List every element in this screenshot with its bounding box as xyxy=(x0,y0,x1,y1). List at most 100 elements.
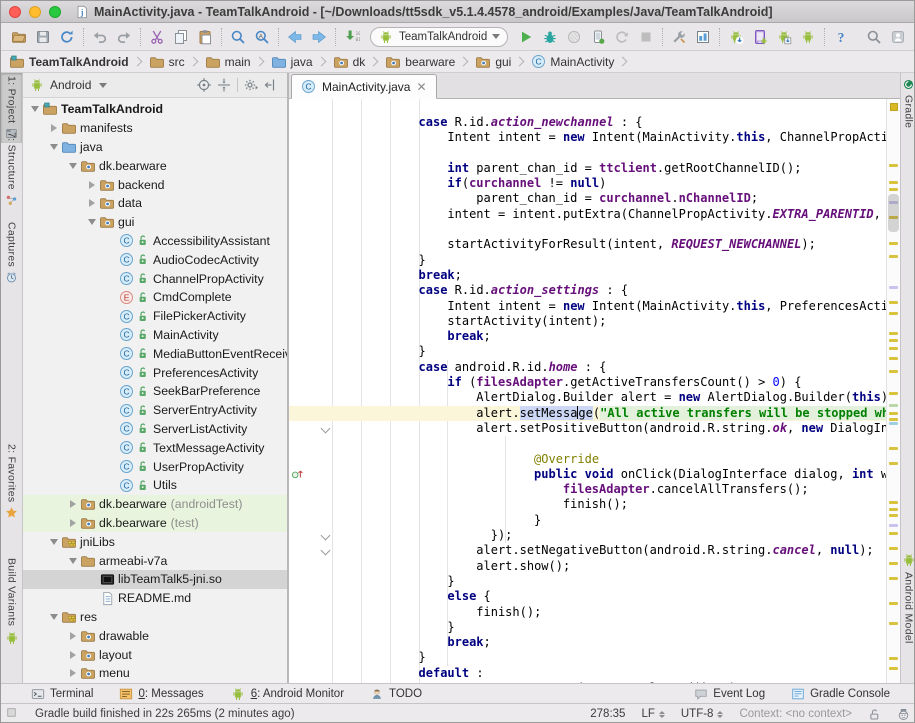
tool-stripe-tab-2-favorites[interactable]: 2: Favorites xyxy=(1,441,22,522)
disclosure-closed-icon[interactable] xyxy=(65,632,80,640)
tree-item-channelpropactivity[interactable]: CChannelPropActivity xyxy=(23,269,287,288)
breadcrumb-item-bearware[interactable]: bearware xyxy=(383,54,457,70)
cut-button[interactable] xyxy=(145,25,169,49)
gear-button[interactable] xyxy=(241,75,261,95)
tool-window-button-todo[interactable]: TODO xyxy=(370,687,422,701)
overriding-method-icon[interactable] xyxy=(291,467,305,481)
tree-item-readme.md[interactable]: README.md xyxy=(23,589,287,608)
tree-item-userpropactivity[interactable]: CUserPropActivity xyxy=(23,457,287,476)
stripe-mark-yellow[interactable] xyxy=(889,501,898,504)
stripe-mark-yellow[interactable] xyxy=(889,188,898,191)
stripe-mark-yellow[interactable] xyxy=(889,447,898,450)
stripe-mark-yellow[interactable] xyxy=(889,392,898,395)
disclosure-closed-icon[interactable] xyxy=(65,519,80,527)
unlock-icon[interactable] xyxy=(868,708,881,721)
disclosure-open-icon[interactable] xyxy=(46,539,61,545)
tool-window-button-0-messages[interactable]: 0: Messages xyxy=(119,687,203,701)
paste-button[interactable] xyxy=(193,25,217,49)
target-button[interactable] xyxy=(194,75,214,95)
attach-button[interactable] xyxy=(586,25,610,49)
tree-item-layout[interactable]: layout xyxy=(23,645,287,664)
tool-window-button-6-android-monitor[interactable]: 6: Android Monitor xyxy=(230,686,344,702)
stripe-mark-yellow[interactable] xyxy=(889,332,898,335)
inspections-profile-icon[interactable] xyxy=(897,708,910,721)
tree-item-accessibilityassistant[interactable]: CAccessibilityAssistant xyxy=(23,232,287,251)
stripe-mark-green[interactable] xyxy=(889,404,898,407)
tree-item-dk.bearware[interactable]: dk.bearware xyxy=(23,156,287,175)
tree-item-cmdcomplete[interactable]: ECmdComplete xyxy=(23,288,287,307)
monitor-button[interactable] xyxy=(796,25,820,49)
wrench-button[interactable] xyxy=(667,25,691,49)
stripe-mark-yellow[interactable] xyxy=(889,562,898,565)
save-button[interactable] xyxy=(31,25,55,49)
debug-button[interactable] xyxy=(538,25,562,49)
back-button[interactable] xyxy=(283,25,307,49)
tool-window-toggle-icon[interactable] xyxy=(7,708,19,720)
breadcrumb-item-java[interactable]: java xyxy=(269,54,315,70)
encoding-select[interactable]: UTF-8 xyxy=(681,708,724,720)
export-button[interactable]: 1001 xyxy=(340,25,364,49)
tree-item-seekbarpreference[interactable]: CSeekBarPreference xyxy=(23,382,287,401)
gradlesync-button[interactable] xyxy=(724,25,748,49)
stripe-mark-yellow[interactable] xyxy=(889,418,898,421)
tool-stripe-tab-build-variants[interactable]: Build Variants xyxy=(1,555,22,649)
tree-item-dk.bearware[interactable]: dk.bearware(test) xyxy=(23,514,287,533)
tree-item-utils[interactable]: CUtils xyxy=(23,476,287,495)
fold-marker-icon[interactable] xyxy=(322,424,330,432)
breadcrumb-item-src[interactable]: src xyxy=(147,54,187,70)
disclosure-closed-icon[interactable] xyxy=(84,181,99,189)
fold-marker-icon[interactable] xyxy=(322,531,330,539)
tree-item-preferencesactivity[interactable]: CPreferencesActivity xyxy=(23,363,287,382)
line-ending-select[interactable]: LF xyxy=(641,708,664,720)
stripe-mark-yellow[interactable] xyxy=(889,602,898,605)
breadcrumb-item-main[interactable]: main xyxy=(203,54,253,70)
avd-button[interactable] xyxy=(748,25,772,49)
tool-stripe-tab-7-structure[interactable]: 7: Structure xyxy=(1,129,22,210)
tree-item-dk.bearware[interactable]: dk.bearware(androidTest) xyxy=(23,495,287,514)
forward-button[interactable] xyxy=(307,25,331,49)
tree-item-serverentryactivity[interactable]: CServerEntryActivity xyxy=(23,401,287,420)
disclosure-open-icon[interactable] xyxy=(46,144,61,150)
stripe-mark-cyan[interactable] xyxy=(889,422,898,425)
tree-item-menu[interactable]: menu xyxy=(23,664,287,682)
tree-item-armeabi-v7a[interactable]: armeabi-v7a xyxy=(23,551,287,570)
tree-item-backend[interactable]: backend xyxy=(23,175,287,194)
scrollbar-thumb[interactable] xyxy=(888,194,899,232)
stripe-mark-yellow[interactable] xyxy=(889,412,898,415)
stripe-mark-yellow[interactable] xyxy=(889,547,898,550)
tree-item-mediabuttoneventreceiver[interactable]: CMediaButtonEventReceiver xyxy=(23,344,287,363)
stripe-mark-yellow[interactable] xyxy=(889,164,898,167)
stripe-mark-lavender[interactable] xyxy=(889,524,898,527)
close-tab-icon[interactable]: ✕ xyxy=(416,81,426,93)
sync-button[interactable] xyxy=(55,25,79,49)
stripe-mark-yellow[interactable] xyxy=(889,667,898,670)
split-button[interactable] xyxy=(214,75,234,95)
tab-mainactivity[interactable]: C MainActivity.java ✕ xyxy=(291,74,437,99)
stripe-mark-yellow[interactable] xyxy=(889,181,898,184)
stripe-mark-yellow[interactable] xyxy=(889,357,898,360)
caret-position[interactable]: 278:35 xyxy=(590,708,625,720)
tree-item-audiocodecactivity[interactable]: CAudioCodecActivity xyxy=(23,250,287,269)
stop-button[interactable] xyxy=(634,25,658,49)
tree-item-serverlistactivity[interactable]: CServerListActivity xyxy=(23,420,287,439)
search-button[interactable] xyxy=(862,25,886,49)
tree-item-libteamtalk5-jni.so[interactable]: libTeamTalk5-jni.so xyxy=(23,570,287,589)
stripe-mark-yellow[interactable] xyxy=(889,301,898,304)
tree-item-filepickeractivity[interactable]: CFilePickerActivity xyxy=(23,307,287,326)
fold-marker-icon[interactable] xyxy=(322,546,330,554)
disclosure-open-icon[interactable] xyxy=(84,219,99,225)
tool-window-button-terminal[interactable]: Terminal xyxy=(31,687,93,701)
replace-button[interactable]: A xyxy=(250,25,274,49)
tree-item-java[interactable]: java xyxy=(23,138,287,157)
avatar-button[interactable] xyxy=(886,25,910,49)
stripe-mark-yellow[interactable] xyxy=(889,242,898,245)
rerun-button[interactable] xyxy=(610,25,634,49)
breadcrumb-item-teamtalkandroid[interactable]: TeamTalkAndroid xyxy=(7,54,131,70)
disclosure-closed-icon[interactable] xyxy=(65,651,80,659)
tool-stripe-tab-gradle[interactable]: Gradle xyxy=(901,75,915,131)
stripe-mark-yellow[interactable] xyxy=(889,657,898,660)
tool-stripe-tab-captures[interactable]: Captures xyxy=(1,219,22,287)
tool-stripe-tab-android-model[interactable]: Android Model xyxy=(901,549,915,647)
tree-item-data[interactable]: data xyxy=(23,194,287,213)
help-button[interactable]: ? xyxy=(829,25,853,49)
